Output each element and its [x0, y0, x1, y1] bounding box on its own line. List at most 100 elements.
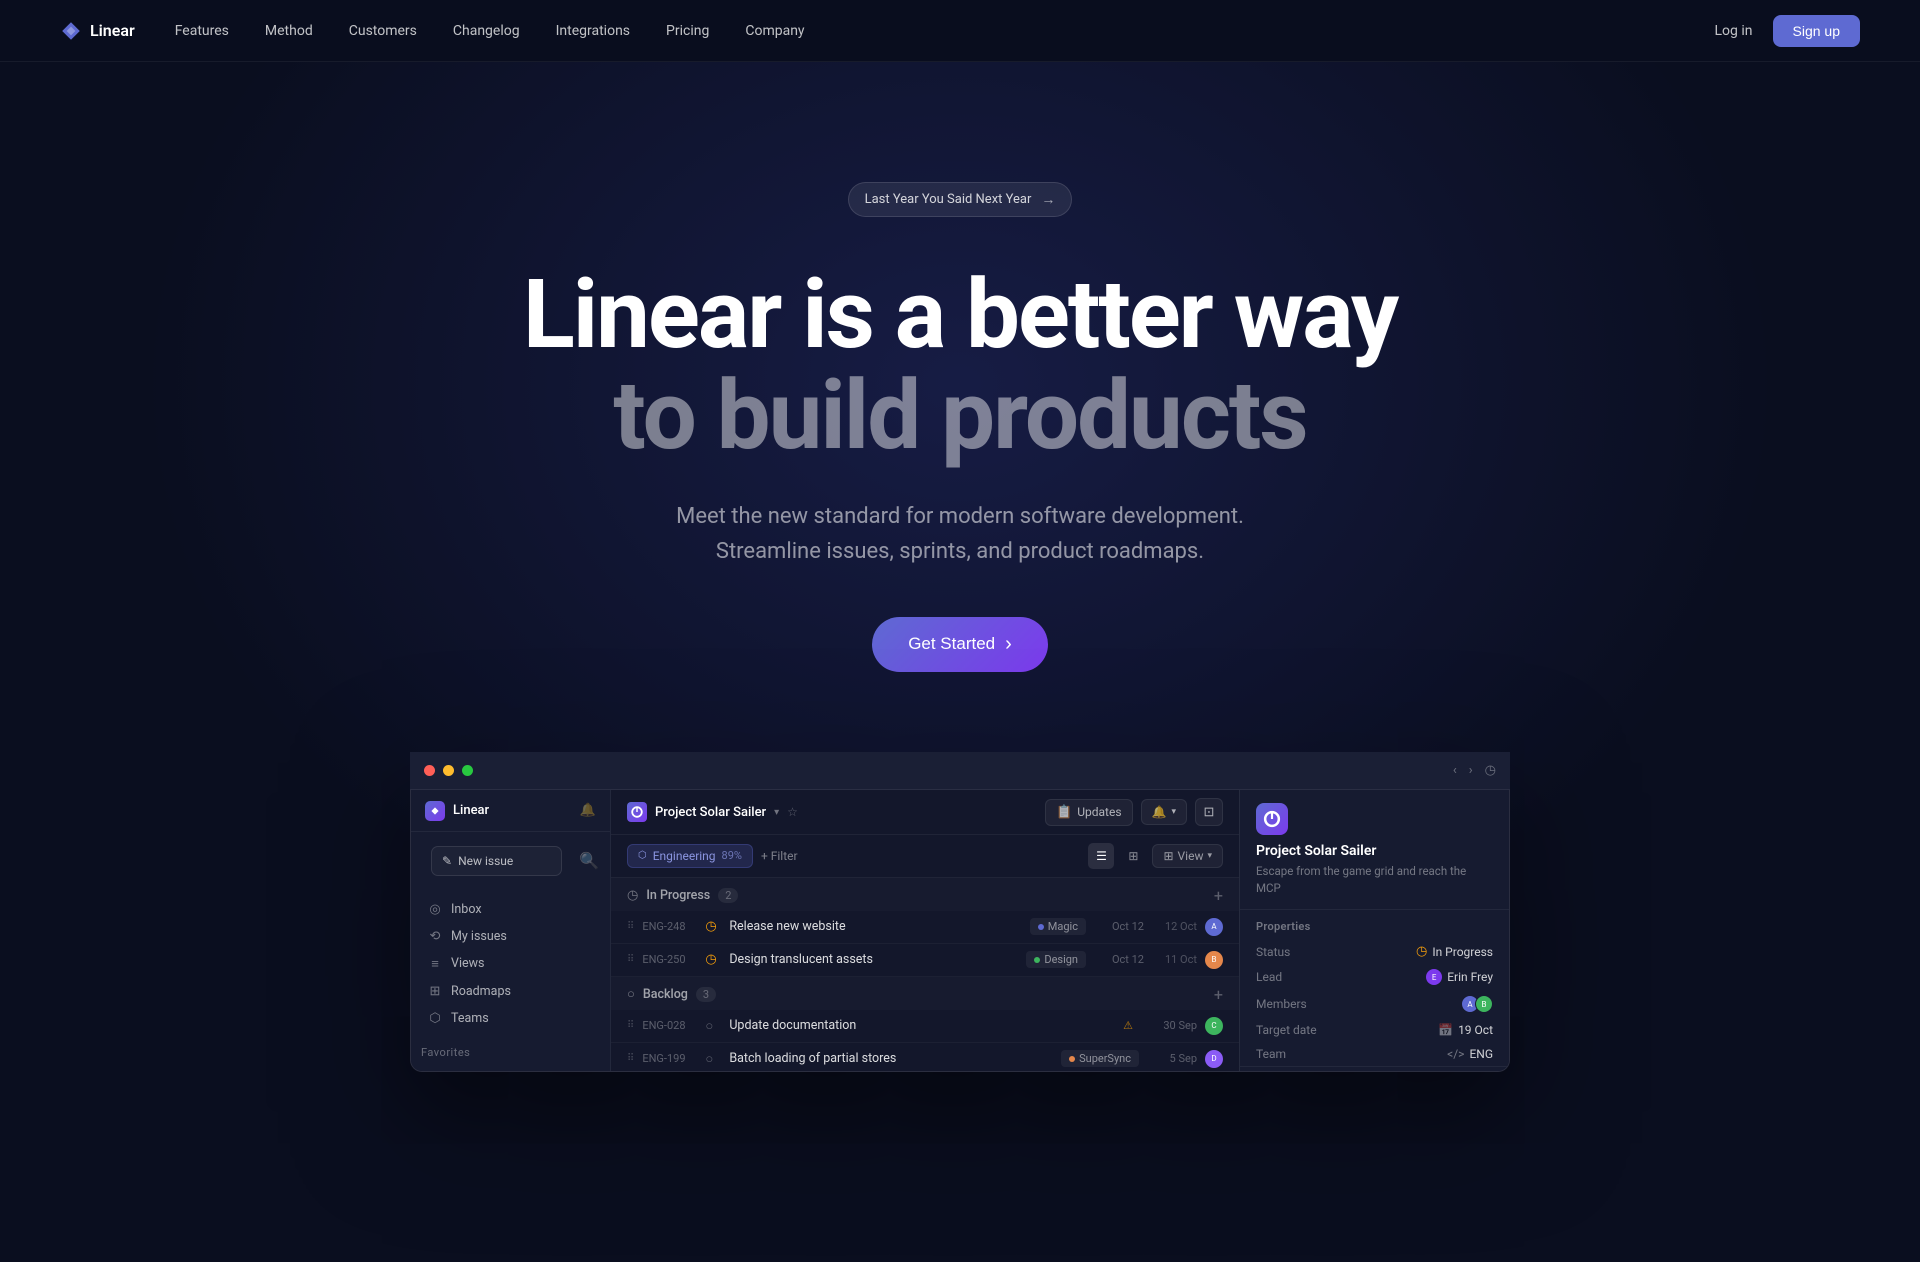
- nav-link-customers[interactable]: Customers: [349, 23, 417, 39]
- sidebar-item-inbox[interactable]: ◎ Inbox: [417, 896, 604, 923]
- lead-value-container: E Erin Frey: [1426, 969, 1493, 985]
- filter-button[interactable]: + Filter: [761, 849, 798, 863]
- nav-link-changelog[interactable]: Changelog: [453, 23, 520, 39]
- hero-badge[interactable]: Last Year You Said Next Year →: [848, 182, 1073, 217]
- issue-199-status-icon: ○: [705, 1051, 721, 1067]
- workspace-name: Linear: [453, 803, 489, 818]
- issue-028-warning-icon: ⚠: [1123, 1019, 1133, 1032]
- sidebar-item-label-views: Views: [451, 956, 484, 971]
- issue-028-date1: 30 Sep: [1147, 1019, 1197, 1032]
- issue-id-eng-199: ENG-199: [642, 1052, 697, 1065]
- eng-label: Engineering: [653, 849, 716, 863]
- progress-section: Status Progress 89%: [1240, 1066, 1509, 1071]
- team-value: ENG: [1469, 1047, 1493, 1061]
- window-forward-icon[interactable]: ›: [1469, 763, 1473, 778]
- issue-row-eng-248[interactable]: ⠿ ENG-248 ◷ Release new website Magic Oc…: [611, 911, 1239, 944]
- list-view-icon: ☰: [1096, 849, 1107, 863]
- right-panel-properties: Properties Status ◷ In Progress Lead E E…: [1240, 909, 1509, 1066]
- project-star-icon[interactable]: ☆: [787, 805, 798, 819]
- team-label: Team: [1256, 1047, 1336, 1061]
- hero-badge-text: Last Year You Said Next Year: [865, 192, 1032, 207]
- issue-248-date1: Oct 12: [1094, 920, 1144, 933]
- view-dropdown-button[interactable]: ⊞ View ▾: [1152, 844, 1223, 868]
- eng-badge-icon: ⬡: [638, 850, 647, 861]
- grid-view-toggle[interactable]: ⊞: [1120, 843, 1146, 869]
- list-view-toggle[interactable]: ☰: [1088, 843, 1114, 869]
- hero-cta-button[interactable]: Get Started ›: [872, 617, 1048, 672]
- issue-248-tag-dot: [1038, 924, 1044, 930]
- issue-drag-handle[interactable]: ⠿: [627, 1020, 634, 1031]
- sidebar-workspace[interactable]: Linear: [425, 801, 489, 821]
- sidebar-item-views[interactable]: ≡ Views: [417, 950, 604, 978]
- sidebar-item-label-my-issues: My issues: [451, 929, 507, 944]
- hero-title: Linear is a better way to build products: [523, 265, 1397, 467]
- nav-link-company[interactable]: Company: [745, 23, 804, 39]
- traffic-light-red[interactable]: [424, 765, 435, 776]
- target-date-label: Target date: [1256, 1023, 1336, 1037]
- issue-250-avatar: B: [1205, 951, 1223, 969]
- hero-title-line2: to build products: [613, 360, 1306, 472]
- sidebar-item-roadmaps[interactable]: ⊞ Roadmaps: [417, 978, 604, 1005]
- window-clock-icon: ◷: [1485, 763, 1496, 778]
- nav-link-method[interactable]: Method: [265, 23, 313, 39]
- group-backlog-add-button[interactable]: +: [1214, 985, 1223, 1004]
- property-team: Team </> ENG: [1256, 1042, 1493, 1066]
- hero-section: Last Year You Said Next Year → Linear is…: [0, 62, 1920, 1132]
- issue-drag-handle[interactable]: ⠿: [627, 921, 634, 932]
- members-label: Members: [1256, 997, 1336, 1011]
- sidebar-notification-icon[interactable]: 🔔: [580, 803, 596, 818]
- issue-row-eng-250[interactable]: ⠿ ENG-250 ◷ Design translucent assets De…: [611, 944, 1239, 977]
- in-progress-status-icon: ◷: [627, 888, 638, 903]
- target-date-value-container: 📅 19 Oct: [1438, 1023, 1493, 1037]
- nav-logo[interactable]: Linear: [60, 20, 135, 42]
- view-icon: ⊞: [1163, 849, 1173, 863]
- sidebar-item-my-issues[interactable]: ⟲ My issues: [417, 923, 604, 950]
- group-in-progress-add-button[interactable]: +: [1214, 886, 1223, 905]
- window-titlebar: ‹ › ◷: [410, 752, 1510, 790]
- nav-actions: Log in Sign up: [1715, 15, 1860, 47]
- issue-250-title: Design translucent assets: [729, 952, 1018, 967]
- new-issue-icon: ✎: [442, 854, 452, 868]
- issue-id-eng-250: ENG-250: [642, 953, 697, 966]
- layout-toggle-button[interactable]: ⊡: [1195, 798, 1223, 826]
- code-icon: </>: [1447, 1047, 1464, 1061]
- nav-links: Features Method Customers Changelog Inte…: [175, 23, 1715, 39]
- engineering-badge[interactable]: ⬡ Engineering 89%: [627, 844, 753, 868]
- issue-250-tag-dot: [1034, 957, 1040, 963]
- updates-button[interactable]: 📋 Updates: [1045, 799, 1132, 826]
- app-sidebar: Linear 🔔 ✎ New issue 🔍 ◎: [411, 753, 611, 1071]
- traffic-light-yellow[interactable]: [443, 765, 454, 776]
- issue-250-tag: Design: [1026, 951, 1086, 968]
- status-value-container: ◷ In Progress: [1416, 944, 1493, 959]
- issue-199-tag-label: SuperSync: [1079, 1052, 1131, 1065]
- hero-subtitle: Meet the new standard for modern softwar…: [676, 499, 1244, 569]
- nav-link-integrations[interactable]: Integrations: [556, 23, 630, 39]
- bell-icon: 🔔: [1152, 805, 1167, 819]
- issue-drag-handle[interactable]: ⠿: [627, 954, 634, 965]
- nav-link-features[interactable]: Features: [175, 23, 229, 39]
- notification-btn[interactable]: 🔔 ▾: [1141, 799, 1187, 825]
- sidebar-search-button[interactable]: 🔍: [578, 850, 600, 872]
- calendar-icon: 📅: [1438, 1023, 1453, 1037]
- issue-250-date1: Oct 12: [1094, 953, 1144, 966]
- traffic-light-green[interactable]: [462, 765, 473, 776]
- layout-icon: ⊡: [1204, 805, 1215, 820]
- sidebar-new-issue-button[interactable]: ✎ New issue: [431, 846, 562, 876]
- sidebar-item-teams[interactable]: ⬡ Teams: [417, 1005, 604, 1032]
- issue-row-eng-028[interactable]: ⠿ ENG-028 ○ Update documentation ⚠ 30 Se…: [611, 1010, 1239, 1043]
- nav-login-button[interactable]: Log in: [1715, 23, 1753, 39]
- window-back-icon[interactable]: ‹: [1453, 763, 1457, 778]
- issue-drag-handle[interactable]: ⠿: [627, 1053, 634, 1064]
- roadmaps-icon: ⊞: [427, 984, 443, 999]
- issue-250-status-icon: ◷: [705, 952, 721, 967]
- nav-link-pricing[interactable]: Pricing: [666, 23, 709, 39]
- main-header: Project Solar Sailer ▾ ☆ 📋 Updates 🔔 ▾: [611, 791, 1239, 835]
- view-chevron-icon: ▾: [1207, 851, 1212, 861]
- issue-250-tag-label: Design: [1044, 953, 1078, 966]
- new-issue-label: New issue: [458, 854, 513, 868]
- project-chevron-icon: ▾: [774, 807, 779, 818]
- filter-bar-left: ⬡ Engineering 89% + Filter: [627, 844, 798, 868]
- issue-248-date2: 12 Oct: [1152, 920, 1197, 933]
- issue-row-eng-199[interactable]: ⠿ ENG-199 ○ Batch loading of partial sto…: [611, 1043, 1239, 1071]
- nav-signup-button[interactable]: Sign up: [1773, 15, 1860, 47]
